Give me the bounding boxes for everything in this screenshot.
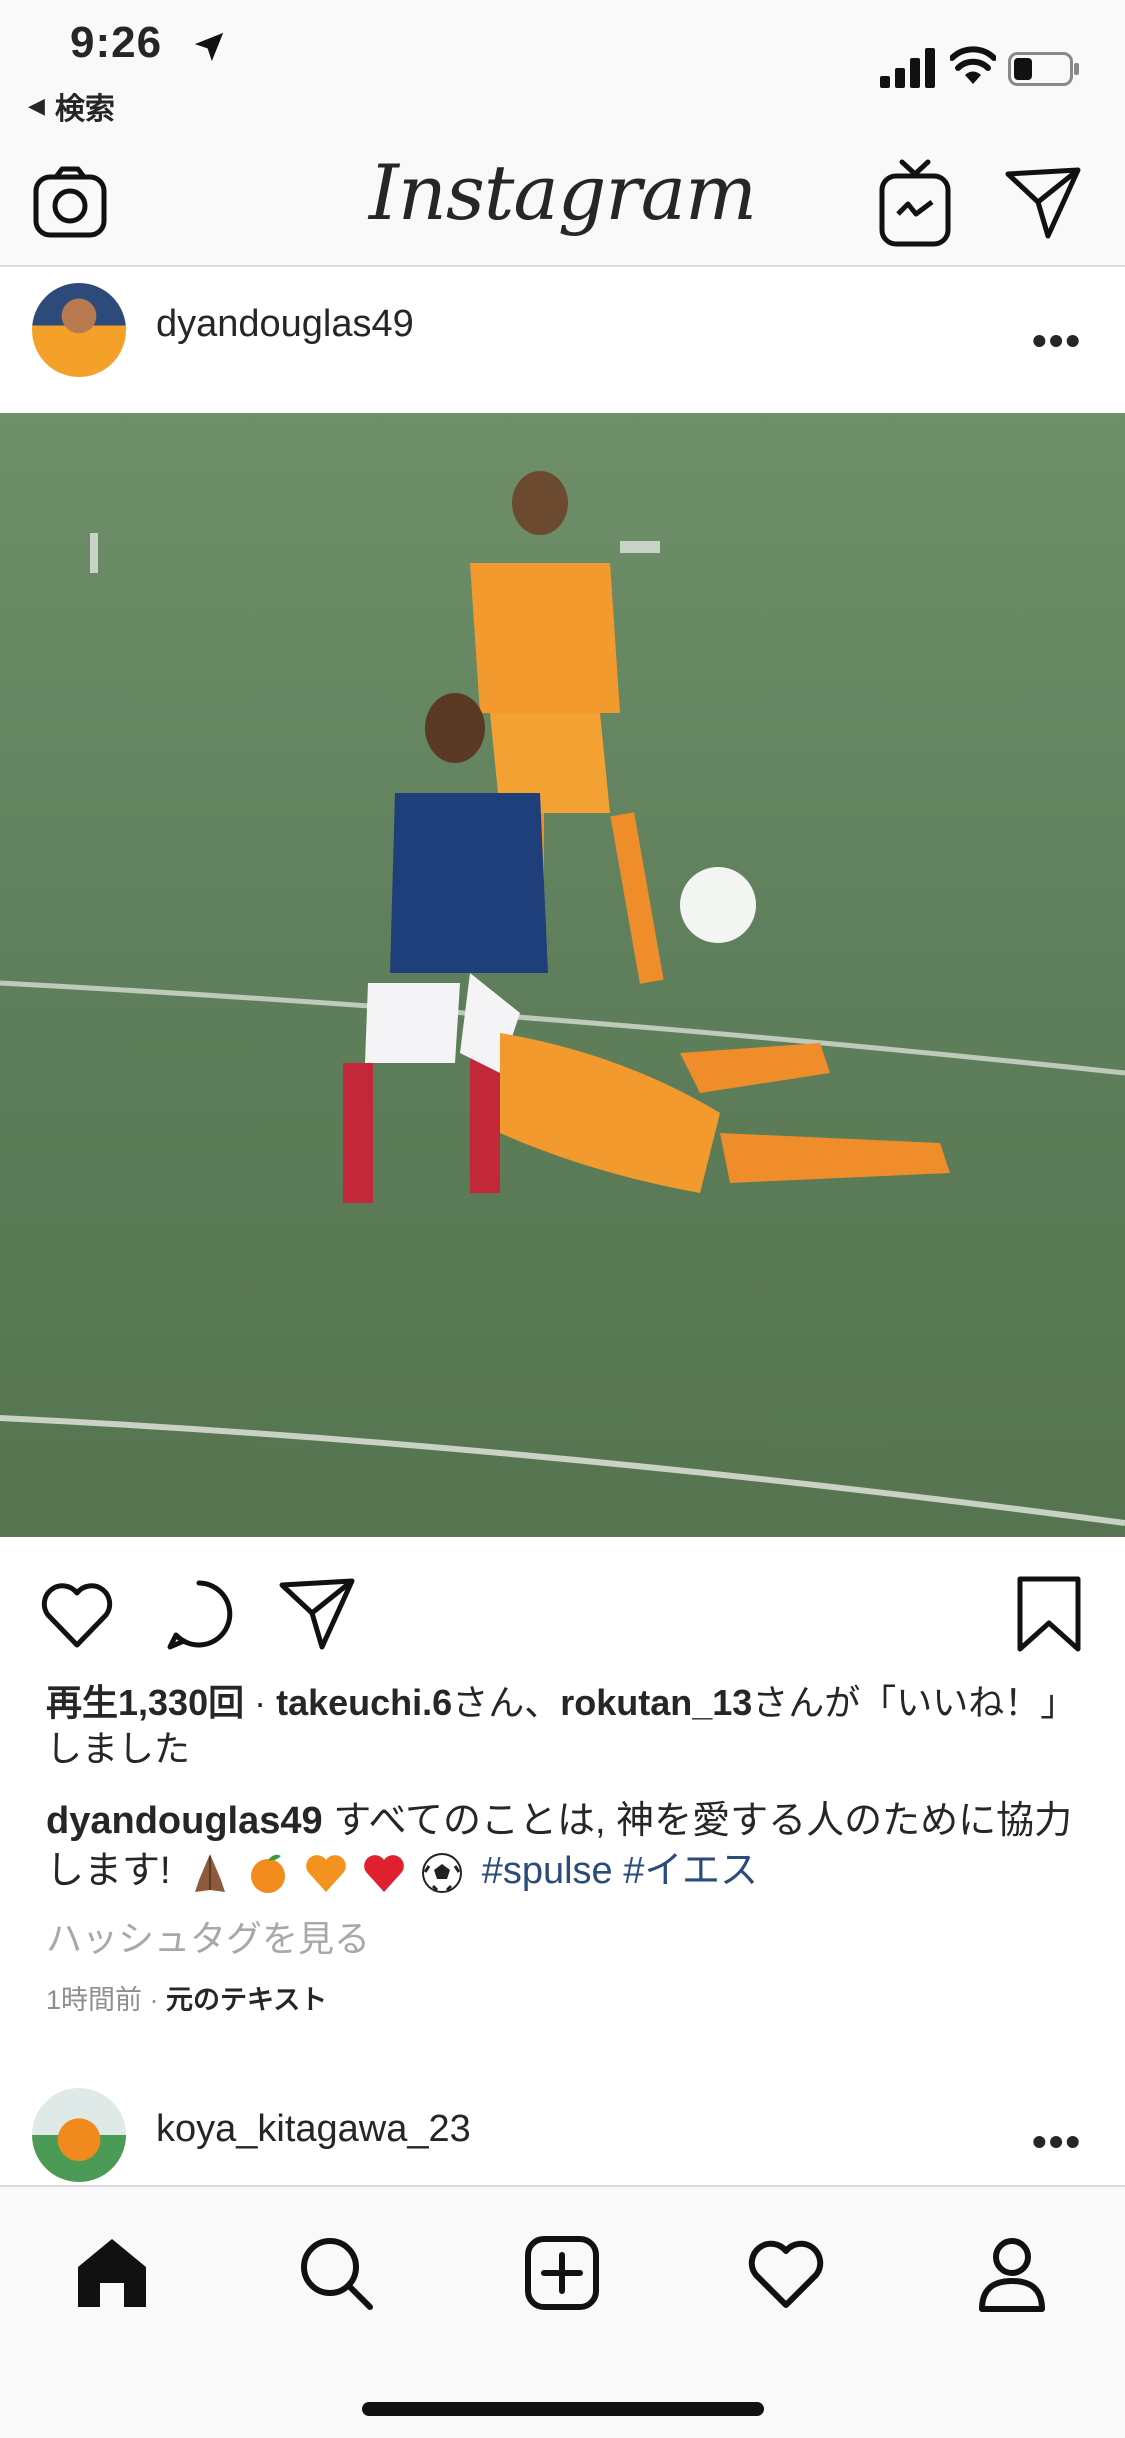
direct-message-icon[interactable] (1004, 164, 1082, 240)
soccer-scene-image (0, 413, 1125, 1537)
avatar[interactable] (32, 283, 126, 377)
hashtag-link-iesu[interactable]: #イエス (623, 1850, 758, 1892)
post-video[interactable] (0, 413, 1125, 1537)
location-arrow-icon (194, 32, 224, 62)
likes-mid-text: さん、 (452, 1682, 561, 1723)
see-hashtags-link[interactable]: ハッシュタグを見る (46, 1910, 370, 1962)
new-post-icon[interactable] (522, 2233, 602, 2313)
post-meta: 1時間前 · 元のテキスト (46, 1978, 327, 2017)
comment-icon[interactable] (160, 1575, 238, 1653)
orange-heart-emoji (306, 1855, 346, 1892)
post-caption: dyandouglas49 すべてのことは, 神を愛する人のために協力します! … (46, 1796, 1086, 1896)
top-navigation-bar: Instagram (0, 140, 1125, 267)
wifi-icon (950, 46, 996, 84)
more-options-button[interactable]: ••• (1032, 2118, 1082, 2166)
caption-username[interactable]: dyandouglas49 (46, 1800, 323, 1842)
views-and-likes[interactable]: 再生1,330回 · takeuchi.6さん、rokutan_13さんが「いい… (46, 1680, 1086, 1772)
meta-separator: · (142, 1985, 167, 2015)
home-icon[interactable] (72, 2233, 152, 2313)
home-indicator[interactable] (362, 2402, 764, 2416)
view-count: 再生1,330回 (46, 1682, 245, 1723)
avatar[interactable] (32, 2088, 126, 2182)
original-text-link[interactable]: 元のテキスト (166, 1985, 327, 2015)
post-username[interactable]: dyandouglas49 (156, 303, 414, 346)
search-icon[interactable] (296, 2233, 376, 2313)
profile-icon[interactable] (972, 2233, 1052, 2313)
next-post-header: koya_kitagawa_23 ••• (0, 2080, 1125, 2186)
post-timestamp: 1時間前 (46, 1985, 143, 2015)
hashtag-link-spulse[interactable]: #spulse (482, 1850, 613, 1892)
liker-link-1[interactable]: takeuchi.6 (276, 1682, 452, 1723)
share-icon[interactable] (278, 1575, 356, 1653)
separator: · (244, 1682, 277, 1723)
liker-link-2[interactable]: rokutan_13 (560, 1682, 752, 1723)
status-time: 9:26 (70, 18, 163, 67)
status-bar: 9:26 ◀ 検索 (0, 0, 1125, 140)
post-actions (0, 1537, 1125, 1677)
back-label: 検索 (54, 93, 115, 126)
bookmark-icon[interactable] (1010, 1575, 1088, 1653)
back-to-search-button[interactable]: ◀ 検索 (28, 84, 115, 128)
cellular-signal-icon (880, 48, 935, 88)
instagram-logo[interactable]: Instagram (0, 148, 1125, 237)
red-heart-emoji (364, 1855, 404, 1892)
tangerine-emoji (251, 1854, 286, 1893)
soccer-ball-emoji (422, 1852, 463, 1893)
post-header: dyandouglas49 ••• (0, 267, 1125, 413)
heart-icon[interactable] (38, 1575, 116, 1653)
folded-hands-emoji (195, 1853, 226, 1892)
igtv-icon[interactable] (878, 158, 952, 248)
bottom-tab-bar (0, 2185, 1125, 2438)
battery-icon (1008, 52, 1079, 86)
next-post-username[interactable]: koya_kitagawa_23 (156, 2108, 471, 2151)
more-options-button[interactable]: ••• (1032, 317, 1082, 365)
activity-heart-icon[interactable] (746, 2233, 826, 2313)
back-triangle-icon: ◀ (28, 93, 45, 118)
